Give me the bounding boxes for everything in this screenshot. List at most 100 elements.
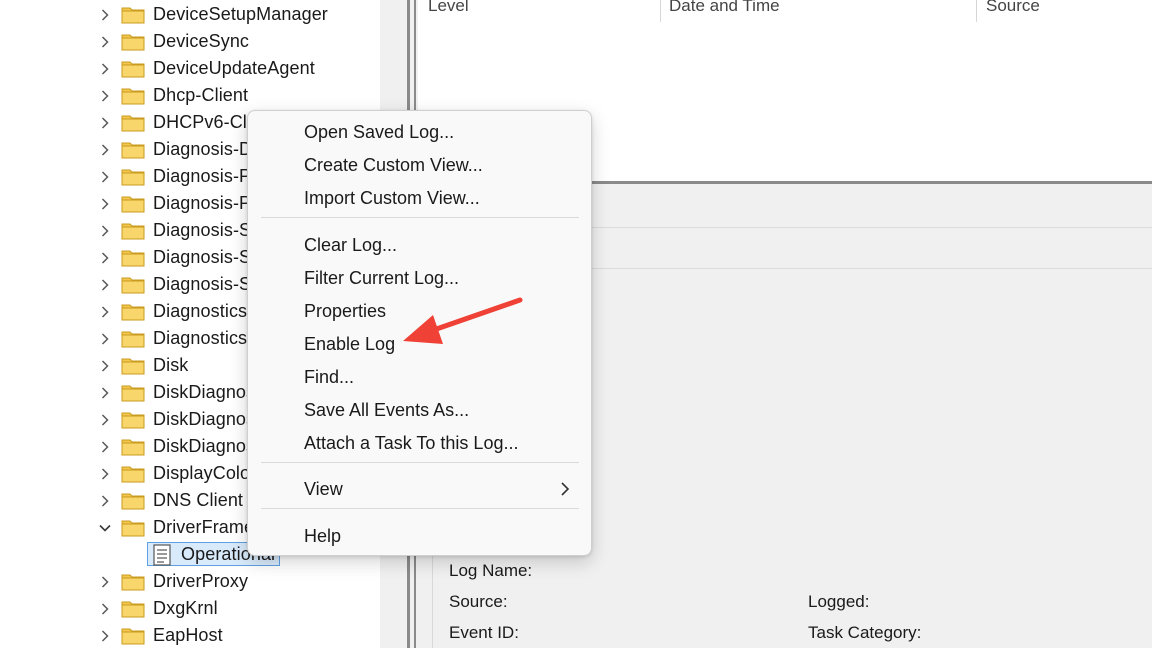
tree-item-label: DNS Client E [153,490,261,510]
tree-item-label: DeviceUpdateAgent [153,58,315,78]
folder-icon [121,572,145,591]
event-id-label: Event ID: [449,623,519,642]
menu-item-find[interactable]: Find... [304,367,354,388]
folder-icon [121,167,145,186]
chevron-right-icon[interactable] [99,359,111,372]
tree-item-label: Diagnosis-S [153,247,252,267]
tree-item-label: Diagnosis-P [153,166,252,186]
chevron-right-icon[interactable] [99,170,111,183]
folder-icon [121,626,145,645]
chevron-right-icon[interactable] [99,440,111,453]
tree-item[interactable]: DeviceSetupManager [0,1,380,28]
tree-item[interactable]: Dhcp-Client [0,82,380,109]
menu-item-filter-current-log[interactable]: Filter Current Log... [304,268,459,289]
tree-item-label: DeviceSetupManager [153,4,328,24]
tree-item[interactable]: DxgKrnl [0,595,380,622]
chevron-right-icon[interactable] [99,575,111,588]
chevron-right-icon[interactable] [99,494,111,507]
menu-item-properties[interactable]: Properties [304,301,386,322]
tree-item-label: DiskDiagnos [153,436,256,456]
tree-item[interactable]: DriverProxy [0,568,380,595]
log-icon [152,543,172,566]
menu-item-import-custom-view[interactable]: Import Custom View... [304,188,480,209]
chevron-right-icon[interactable] [99,413,111,426]
chevron-right-icon[interactable] [99,332,111,345]
chevron-down-icon[interactable] [99,522,111,534]
chevron-right-icon[interactable] [99,197,111,210]
folder-icon [121,275,145,294]
menu-item-save-all-events-as[interactable]: Save All Events As... [304,400,469,421]
folder-icon [121,410,145,429]
folder-icon [121,86,145,105]
log-name-label: Log Name: [449,561,533,580]
chevron-right-icon [561,482,570,496]
menu-item-attach-task[interactable]: Attach a Task To this Log... [304,433,518,454]
task-category-label: Task Category: [808,623,922,642]
tree-item-label: DriverFrame [153,517,255,537]
menu-item-open-saved-log[interactable]: Open Saved Log... [304,122,454,143]
chevron-right-icon[interactable] [99,224,111,237]
tree-item-label: Disk [153,355,189,375]
tree-item[interactable]: EapHost [0,622,380,648]
chevron-right-icon[interactable] [99,305,111,318]
chevron-right-icon[interactable] [99,116,111,129]
menu-item-clear-log[interactable]: Clear Log... [304,235,397,256]
source-label: Source: [449,592,508,611]
chevron-right-icon[interactable] [99,62,111,75]
chevron-right-icon[interactable] [99,602,111,615]
annotation-arrow-icon [403,297,523,344]
column-separator[interactable] [976,0,977,22]
folder-icon [121,437,145,456]
chevron-right-icon[interactable] [99,251,111,264]
chevron-right-icon[interactable] [99,89,111,102]
tree-item[interactable]: DeviceUpdateAgent [0,55,380,82]
folder-icon [121,248,145,267]
tree-item-label: DisplayColo [153,463,251,483]
logged-label: Logged: [808,592,870,611]
tree-item-label: EapHost [153,625,223,645]
folder-icon [121,491,145,510]
column-header-source[interactable]: Source [986,0,1040,16]
menu-separator [261,217,579,218]
folder-icon [121,32,145,51]
tree-item[interactable]: DeviceSync [0,28,380,55]
tree-item-label: Diagnostics- [153,328,254,348]
folder-icon [121,113,145,132]
folder-icon [121,5,145,24]
folder-icon [121,329,145,348]
chevron-right-icon[interactable] [99,8,111,21]
chevron-right-icon[interactable] [99,629,111,642]
tree-item-label: DxgKrnl [153,598,218,618]
chevron-right-icon[interactable] [99,143,111,156]
folder-icon [121,599,145,618]
tree-item-label: DriverProxy [153,571,249,591]
folder-icon [121,59,145,78]
menu-item-view[interactable]: View [304,479,343,500]
tree-item-label: Diagnosis-S [153,274,252,294]
menu-item-help[interactable]: Help [304,526,341,547]
column-header-level[interactable]: Level [428,0,469,16]
folder-icon [121,302,145,321]
chevron-right-icon[interactable] [99,386,111,399]
chevron-right-icon[interactable] [99,278,111,291]
column-separator[interactable] [660,0,661,22]
folder-icon [121,518,145,537]
column-header-date-time[interactable]: Date and Time [669,0,780,16]
tree-item-label: DeviceSync [153,31,250,51]
folder-icon [121,383,145,402]
folder-icon [121,140,145,159]
tree-item-label: Diagnosis-S [153,220,252,240]
folder-icon [121,194,145,213]
tree-item-label: Diagnosis-P [153,193,252,213]
tree-item-label: Diagnosis-D [153,139,253,159]
tree-item-label: DHCPv6-Clie [153,112,262,132]
menu-item-create-custom-view[interactable]: Create Custom View... [304,155,483,176]
folder-icon [121,464,145,483]
tree-item-label: Dhcp-Client [153,85,249,105]
tree-item-label: DiskDiagnos [153,382,256,402]
menu-item-enable-log[interactable]: Enable Log [304,334,395,355]
folder-icon [121,356,145,375]
chevron-right-icon[interactable] [99,35,111,48]
folder-icon [121,221,145,240]
chevron-right-icon[interactable] [99,467,111,480]
